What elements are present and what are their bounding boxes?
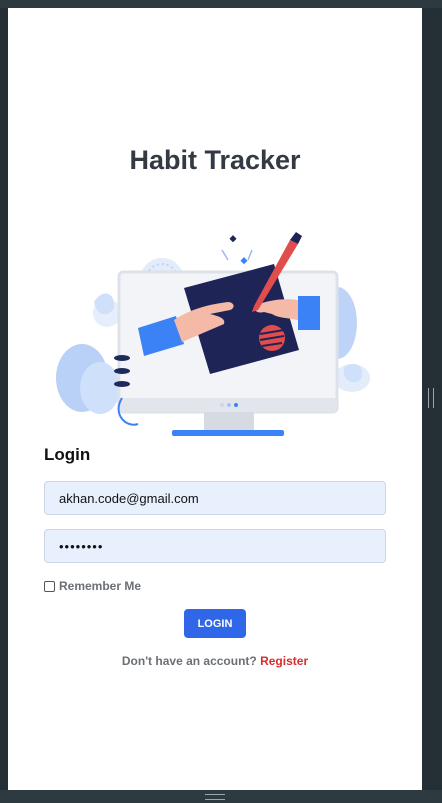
password-field[interactable] [44, 529, 386, 563]
resize-handle-right[interactable] [428, 388, 434, 408]
app-screen: Habit Tracker Login akhan.code@gmail.com… [8, 8, 422, 790]
remember-me-checkbox[interactable] [44, 580, 55, 592]
remember-me-row[interactable]: Remember Me [44, 579, 141, 593]
frame-top-bar [0, 0, 442, 8]
resize-handle-bottom[interactable] [205, 794, 225, 800]
login-illustration [56, 232, 370, 436]
no-account-text: Don't have an account? [121, 654, 257, 668]
register-prompt: Don't have an account? Register [8, 654, 422, 668]
register-link[interactable]: Register [260, 654, 308, 668]
email-field[interactable] [44, 481, 386, 515]
remember-me-label: Remember Me [59, 579, 142, 593]
device-frame: Habit Tracker Login akhan.code@gmail.com… [0, 0, 442, 803]
app-title: Habit Tracker [129, 145, 301, 175]
login-button[interactable]: LOGIN [184, 609, 246, 638]
login-heading: Login [44, 445, 91, 464]
frame-bottom-bar [0, 790, 442, 803]
